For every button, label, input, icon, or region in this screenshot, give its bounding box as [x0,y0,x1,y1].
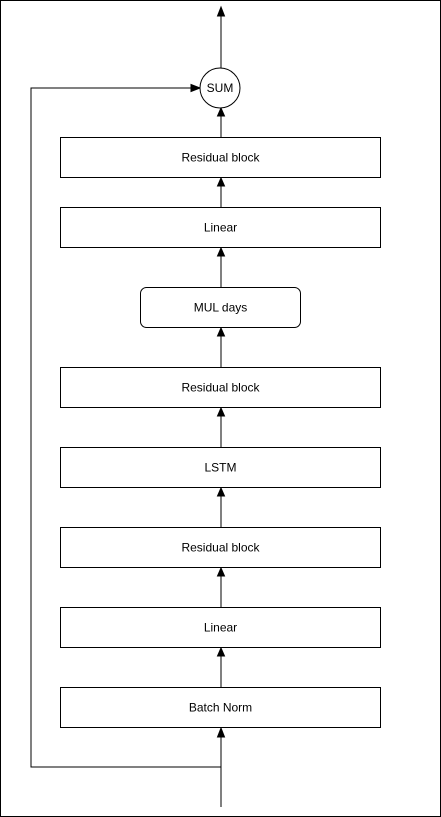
lstm-label: LSTM [204,461,236,475]
residual-block-lower-label: Residual block [181,541,260,555]
linear-top-label: Linear [204,221,237,235]
architecture-diagram: SUM Residual block Linear MUL days Resid… [0,0,441,817]
residual-block-middle-label: Residual block [181,381,260,395]
residual-block-top-label: Residual block [181,151,260,165]
batch-norm-label: Batch Norm [189,701,252,715]
linear-bottom-label: Linear [204,621,237,635]
mul-days-label: MUL days [194,301,248,315]
sum-label: SUM [207,81,234,95]
